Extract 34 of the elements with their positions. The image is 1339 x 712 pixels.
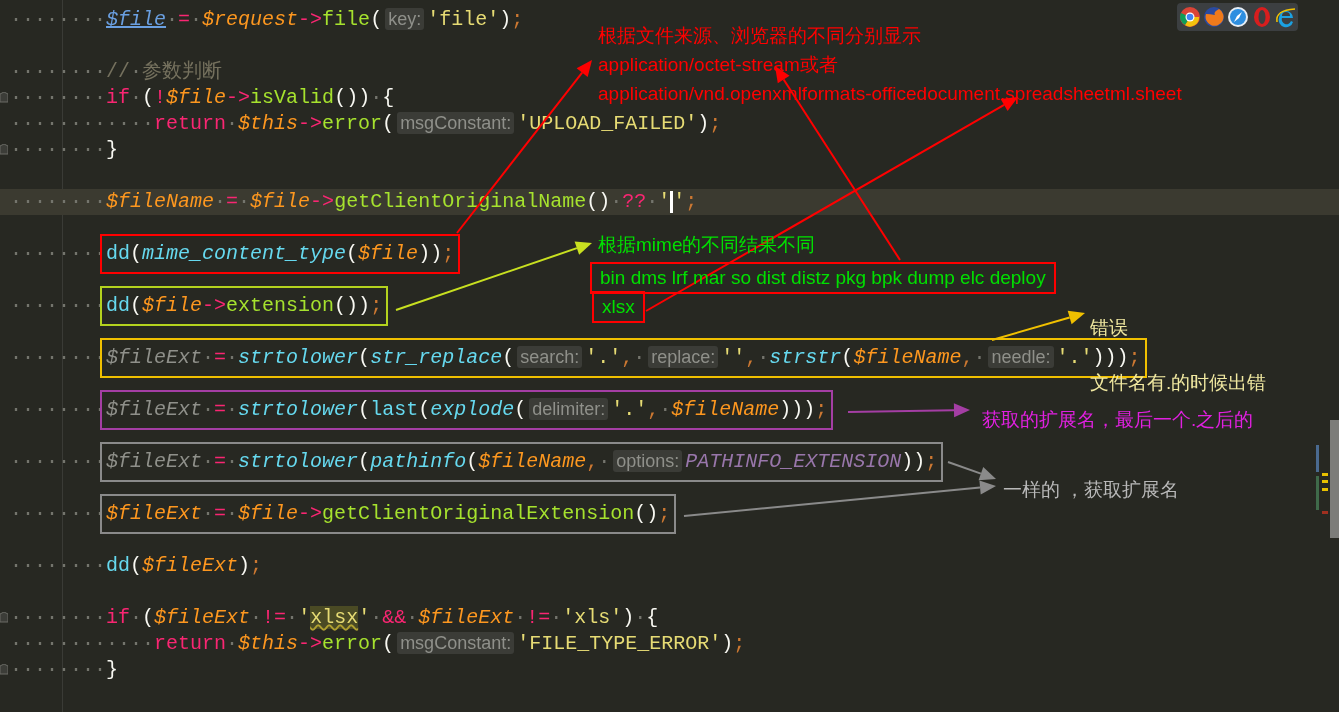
indent-dots: ············ (10, 631, 155, 657)
annotation-text: 根据文件来源、浏览器的不同分别显示 (598, 24, 921, 48)
code-line: if·(!$file->isValid())·{ (105, 85, 396, 111)
indent-dots: ········ (10, 657, 106, 683)
fold-icon[interactable] (0, 612, 8, 624)
code-line: dd($fileExt); (105, 553, 264, 579)
error-stripe-drawing (1316, 445, 1330, 515)
code-line: if·($fileExt·!=·'xlsx'·&&·$fileExt·!=·'xls')·{ (105, 605, 660, 631)
annotation-text: 一样的 ，获取扩展名 (1003, 478, 1180, 502)
annotation-text: 获取的扩展名，最后一个.之后的 (982, 408, 1254, 432)
indent-dots: ············ (10, 111, 155, 137)
annotation-text: xlsx (592, 291, 645, 323)
annotation-text: application/octet-stream或者 (598, 53, 838, 77)
browser-icon[interactable] (1274, 6, 1297, 28)
indent-dots: ········ (10, 137, 106, 163)
browser-icon[interactable] (1178, 6, 1201, 28)
fold-icon[interactable] (0, 144, 8, 156)
annotation-text: 错误 (1090, 316, 1128, 340)
indent-dots: ········ (10, 7, 106, 33)
browser-icon[interactable] (1202, 6, 1225, 28)
code-line: $file·=·$request->file( key: 'file'); (105, 7, 525, 33)
indent-dots: ········ (10, 605, 106, 631)
indent-dots: ········ (10, 85, 106, 111)
scroll-thumb[interactable] (1330, 420, 1339, 538)
indent-dots: ········ (10, 189, 106, 215)
code-line: } (105, 137, 120, 163)
fold-icon[interactable] (0, 664, 8, 676)
browser-icon[interactable] (1226, 6, 1249, 28)
indent-dots: ········ (10, 59, 106, 85)
code-line: } (105, 657, 120, 683)
code-line: //·参数判断 (105, 59, 224, 85)
indent-dots: ········ (10, 553, 106, 579)
fold-icon[interactable] (0, 92, 8, 104)
code-line: return·$this->error( msgConstant: 'FILE_TYPE_ERROR'); (153, 631, 747, 657)
